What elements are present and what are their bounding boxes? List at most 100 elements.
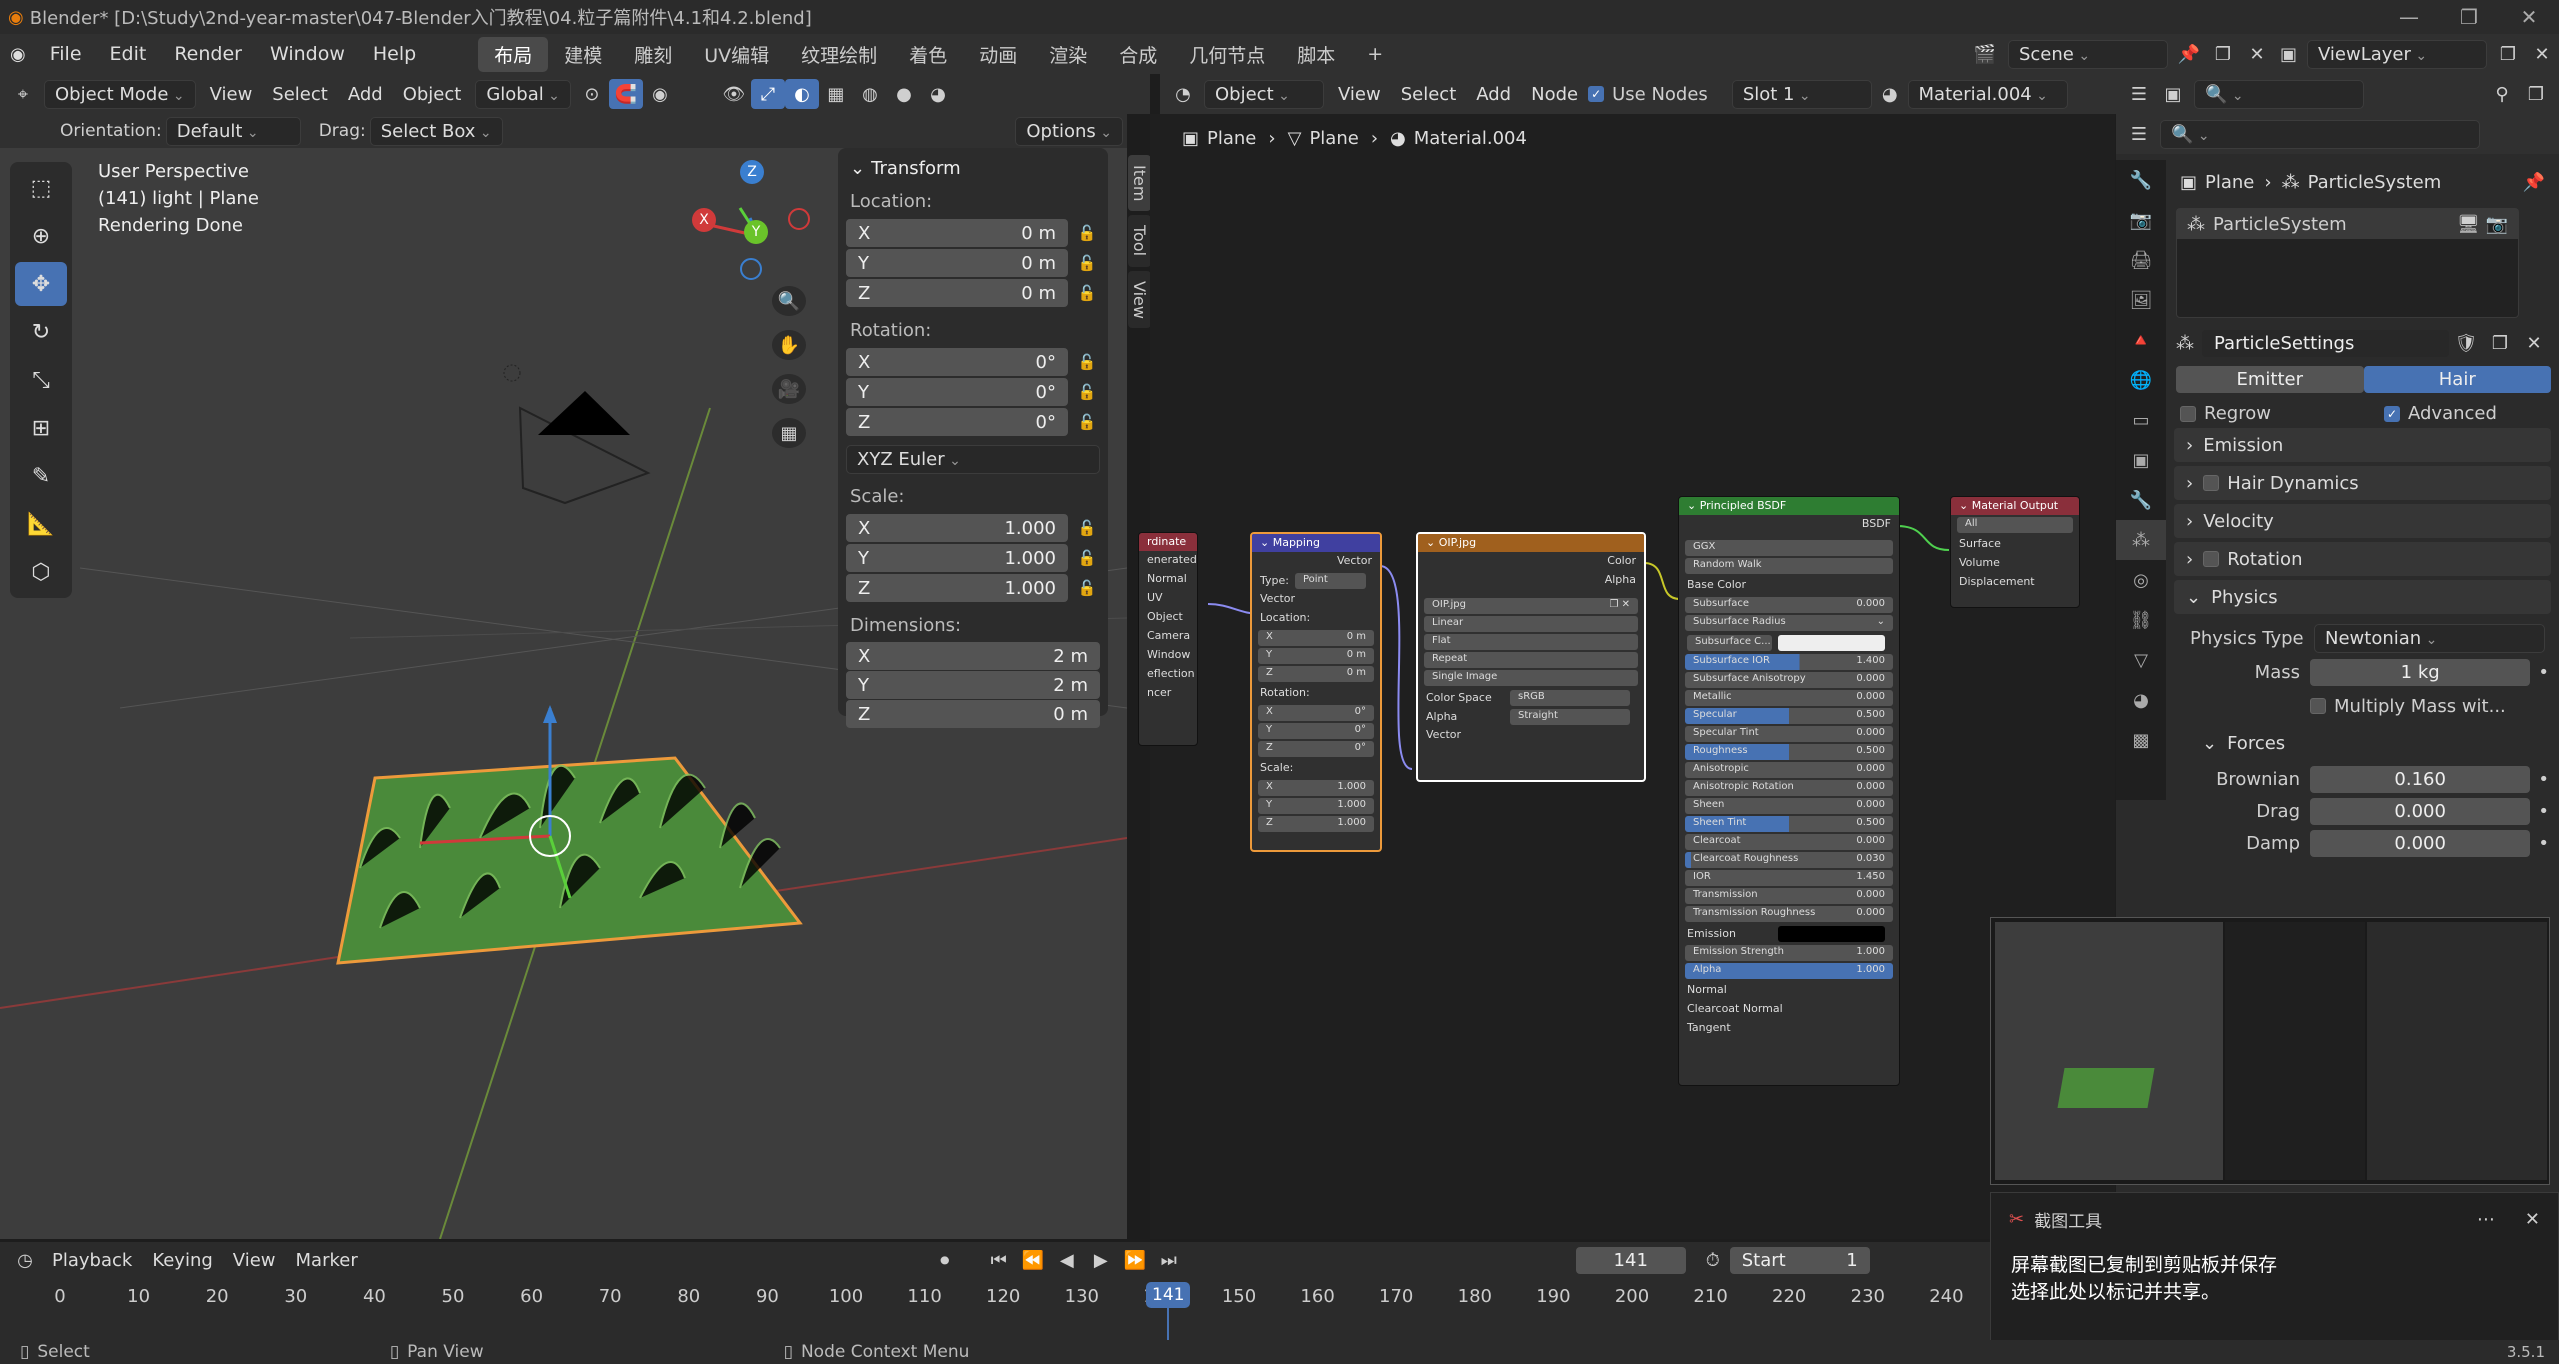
viewlayer-selector[interactable]: ViewLayer (2307, 39, 2487, 69)
particle-properties-icon[interactable]: ⁂ (2116, 520, 2166, 560)
mass-field[interactable]: 1 kg (2310, 658, 2531, 686)
delete-scene-icon[interactable]: ✕ (2240, 39, 2274, 69)
prev-key-icon[interactable]: ⏪ (1016, 1245, 1050, 1275)
view-layer-properties-icon[interactable]: 🖼 (2116, 280, 2166, 320)
brownian-field[interactable]: 0.160 (2310, 765, 2531, 793)
next-key-icon[interactable]: ⏩ (1118, 1245, 1152, 1275)
scene-selector[interactable]: Scene (2007, 39, 2168, 69)
tab-view[interactable]: View (1128, 270, 1151, 329)
transform-title[interactable]: Transform (871, 158, 961, 179)
mapping-loc-z[interactable]: Z0 m (1258, 666, 1374, 682)
extension-dropdown[interactable]: Repeat (1424, 652, 1638, 668)
node-menu-view[interactable]: View (1328, 84, 1391, 105)
light-object[interactable] (503, 364, 521, 382)
section-velocity[interactable]: › Velocity (2174, 504, 2551, 538)
fake-user-icon[interactable]: 🛡 (2449, 328, 2483, 358)
section-physics[interactable]: ⌄ Physics (2174, 580, 2551, 614)
output-properties-icon[interactable]: 🖨 (2116, 240, 2166, 280)
viewport-menu-select[interactable]: Select (262, 84, 338, 105)
pivot-icon[interactable]: ⊙ (575, 79, 609, 109)
collection-properties-icon[interactable]: ▭ (2116, 400, 2166, 440)
material-sphere-icon[interactable]: ◕ (1882, 84, 1898, 105)
bsdf-field[interactable]: IOR 1.450 (1685, 870, 1893, 886)
bsdf-field[interactable]: Subsurface C... (1679, 633, 1899, 652)
subsurface-method-dropdown[interactable]: Random Walk (1685, 558, 1893, 574)
emitter-type-button[interactable]: Emitter (2176, 366, 2364, 393)
physics-properties-icon[interactable]: ◎ (2116, 560, 2166, 600)
data-properties-icon[interactable]: ▽ (2116, 640, 2166, 680)
menu-window[interactable]: Window (256, 43, 359, 65)
shader-type-selector[interactable]: Object (1204, 79, 1324, 109)
projection-dropdown[interactable]: Flat (1424, 634, 1638, 650)
material-properties-icon[interactable]: ◕ (2116, 680, 2166, 720)
workspace-tab-geometry-nodes[interactable]: 几何节点 (1173, 37, 1281, 72)
timeline-type-icon[interactable]: ◷ (8, 1245, 42, 1275)
mapping-type-dropdown[interactable]: Point (1294, 572, 1366, 589)
workspace-tab-shading[interactable]: 着色 (893, 37, 963, 72)
multiply-mass-checkbox[interactable] (2310, 698, 2326, 714)
delete-viewlayer-icon[interactable]: ✕ (2525, 39, 2559, 69)
annotate-tool-icon[interactable]: ✎ (15, 454, 67, 498)
mapping-loc-y[interactable]: Y0 m (1258, 648, 1374, 664)
mode-selector[interactable]: Object Mode (44, 79, 196, 109)
add-cube-tool-icon[interactable]: ⬡ (15, 550, 67, 594)
scene-properties-icon[interactable]: 🔺 (2116, 320, 2166, 360)
snap-icon[interactable]: 🧲 (608, 79, 643, 109)
select-box-tool-icon[interactable]: ⬚ (15, 166, 67, 210)
slot-selector[interactable]: Slot 1 (1731, 79, 1872, 109)
shader-node-editor[interactable]: ▣ Plane › ▽ Plane › ◕ Material.004 rdinate en… (1138, 114, 2115, 1239)
snipping-tool-notification[interactable]: ✂ 截图工具 ⋯ ✕ 屏幕截图已复制到剪贴板并保存 选择此处以标记并共享。 (1990, 1192, 2559, 1344)
timeline-menu-playback[interactable]: Playback (42, 1250, 142, 1271)
color-space-dropdown[interactable]: sRGB (1510, 689, 1630, 706)
ortho-grid-icon[interactable]: ▦ (772, 418, 806, 448)
viewlayer-icon[interactable]: ▣ (2280, 44, 2297, 65)
start-frame-field[interactable]: Start 1 (1729, 1246, 1870, 1274)
minimize-icon[interactable]: — (2379, 5, 2439, 29)
gizmo-x-icon[interactable]: X (692, 208, 716, 232)
display-mode-icon[interactable]: ▣ (2156, 79, 2190, 109)
lock-icon[interactable]: 🔓 (1074, 254, 1100, 272)
alpha-mode-dropdown[interactable]: Straight (1510, 708, 1630, 725)
scene-icon[interactable]: 🎬 (1974, 44, 1996, 65)
distribution-dropdown[interactable]: GGX (1685, 540, 1893, 556)
wireframe-shading-icon[interactable]: ◍ (853, 79, 887, 109)
use-nodes-checkbox[interactable]: ✓ (1588, 86, 1605, 102)
node-menu-node[interactable]: Node (1521, 84, 1588, 105)
particle-system-list[interactable]: ⁂ ParticleSystem 🖥 📷 (2176, 208, 2519, 318)
lock-icon[interactable]: 🔓 (1074, 413, 1100, 431)
advanced-checkbox[interactable]: ✓ (2384, 405, 2400, 422)
scale-x-field[interactable]: X 1.000 (846, 514, 1068, 542)
workspace-tab-sculpt[interactable]: 雕刻 (618, 37, 688, 72)
constraint-properties-icon[interactable]: ⛓ (2116, 600, 2166, 640)
dimension-y-field[interactable]: Y2 m (846, 671, 1100, 699)
gizmo-neg-x-icon[interactable] (788, 208, 810, 230)
material-name-field[interactable]: Material.004 (1907, 79, 2068, 109)
damp-field[interactable]: 0.000 (2310, 829, 2531, 857)
proportional-edit-icon[interactable]: ◉ (643, 79, 677, 109)
gizmo-neg-z-icon[interactable] (740, 258, 762, 280)
object-properties-icon[interactable]: ▣ (2116, 440, 2166, 480)
new-viewlayer-icon[interactable]: ❐ (2491, 39, 2525, 69)
bsdf-field[interactable]: Emission Strength 1.000 (1685, 945, 1893, 961)
bsdf-field[interactable]: Metallic 0.000 (1685, 690, 1893, 706)
cursor-tool-icon[interactable]: ⊕ (15, 214, 67, 258)
scale-y-field[interactable]: Y 1.000 (846, 544, 1068, 572)
close-notification-icon[interactable]: ✕ (2525, 1209, 2540, 1230)
tab-tool[interactable]: Tool (1128, 215, 1151, 267)
bsdf-field[interactable]: Sheen Tint 0.500 (1685, 816, 1893, 832)
play-reverse-icon[interactable]: ◀ (1050, 1245, 1084, 1275)
menu-edit[interactable]: Edit (96, 43, 161, 65)
bsdf-field[interactable]: Anisotropic Rotation 0.000 (1685, 780, 1893, 796)
maximize-icon[interactable]: ❐ (2439, 5, 2499, 29)
timeline-menu-view[interactable]: View (223, 1250, 286, 1271)
lock-icon[interactable]: 🔓 (1074, 224, 1100, 242)
bsdf-field[interactable]: Transmission Roughness 0.000 (1685, 906, 1893, 922)
overlay-toggle-icon[interactable]: ◐ (784, 79, 819, 109)
modifier-properties-icon[interactable]: 🔧 (2116, 480, 2166, 520)
measure-tool-icon[interactable]: 📐 (15, 502, 67, 546)
outliner-type-icon[interactable]: ☰ (2122, 79, 2156, 109)
play-icon[interactable]: ▶ (1084, 1245, 1118, 1275)
location-x-field[interactable]: X0 m (846, 219, 1068, 247)
world-properties-icon[interactable]: 🌐 (2116, 360, 2166, 400)
bsdf-field[interactable]: Subsurface Radius ⌄ (1685, 615, 1893, 631)
